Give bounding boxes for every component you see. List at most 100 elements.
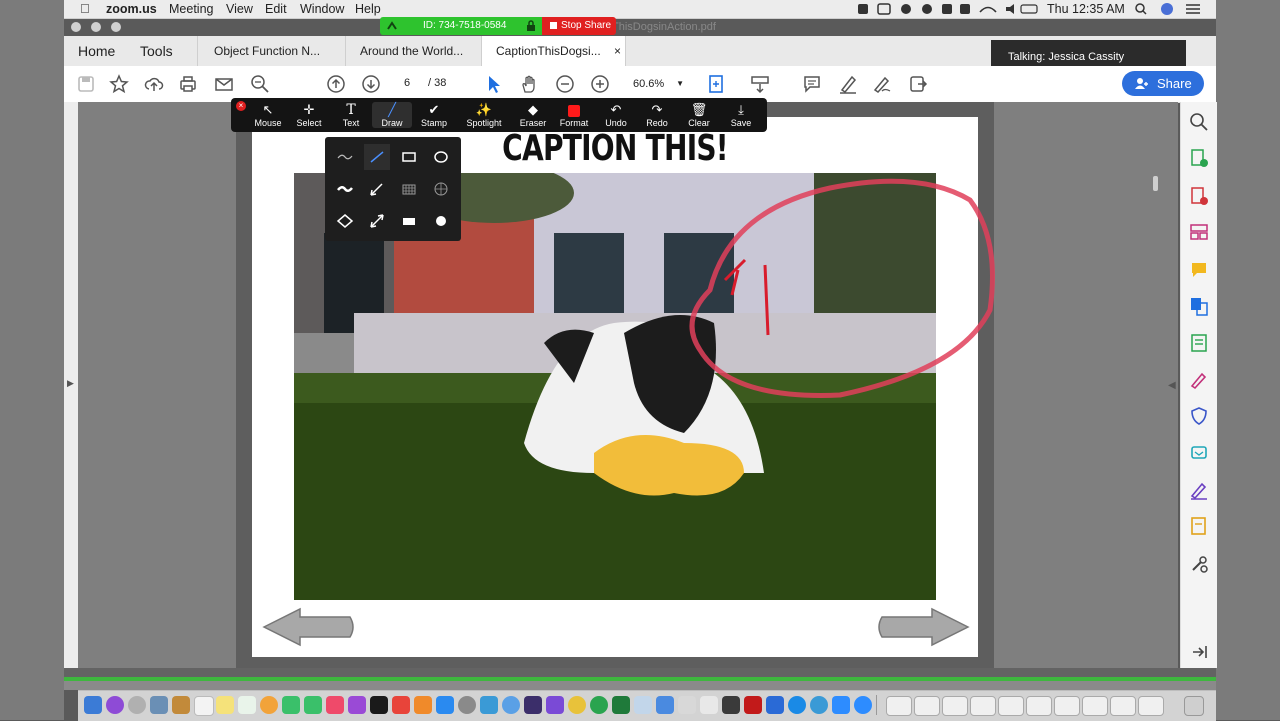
books-icon[interactable] — [414, 696, 432, 714]
expand-left-panel-icon[interactable]: ▶ — [67, 378, 74, 389]
maps-icon[interactable] — [238, 696, 256, 714]
tab-home[interactable]: Home — [64, 36, 126, 66]
comment-tool-icon[interactable] — [1189, 260, 1209, 280]
share-button[interactable]: Share — [1122, 71, 1204, 96]
photos-icon[interactable] — [260, 696, 278, 714]
rectangle-outline-icon[interactable] — [396, 144, 422, 170]
tab-tools[interactable]: Tools — [126, 36, 198, 66]
chrome-icon[interactable] — [568, 696, 586, 714]
minimized-window-7[interactable] — [1054, 696, 1080, 716]
tool-save[interactable]: ⤓ Save — [721, 102, 761, 128]
messages-icon[interactable] — [282, 696, 300, 714]
minimized-window-2[interactable] — [914, 696, 940, 716]
tv-icon[interactable] — [370, 696, 388, 714]
scroll-mode-icon[interactable] — [750, 74, 770, 94]
freehand-thin-icon[interactable] — [332, 144, 358, 170]
tab-doc-caption-this[interactable]: CaptionThisDogsi... × — [482, 36, 626, 66]
page-number-input[interactable]: 6 — [392, 74, 422, 92]
menu-window[interactable]: Window — [300, 2, 344, 16]
grid-fill-icon[interactable] — [396, 176, 422, 202]
zoom-chat-icon[interactable] — [854, 696, 872, 714]
finder-icon[interactable] — [84, 696, 102, 714]
tab-doc-around-world[interactable]: Around the World... — [346, 36, 482, 66]
prev-page-icon[interactable] — [326, 74, 346, 94]
quicktime-icon[interactable] — [788, 696, 806, 714]
vertical-scrollbar-thumb[interactable] — [1153, 176, 1158, 191]
next-page-icon[interactable] — [361, 74, 381, 94]
tool-draw[interactable]: ╱ Draw — [372, 102, 412, 128]
menu-view[interactable]: View — [226, 2, 253, 16]
tool-redo[interactable]: ↷ Redo — [637, 102, 677, 128]
sign-icon[interactable] — [872, 74, 892, 94]
tool-mouse[interactable]: ↖ Mouse — [248, 102, 288, 128]
app2-icon[interactable] — [678, 696, 696, 714]
siri-icon[interactable] — [106, 696, 124, 714]
app5-icon[interactable] — [766, 696, 784, 714]
tool-eraser[interactable]: ◆ Eraser — [513, 102, 553, 128]
ellipse-outline-icon[interactable] — [428, 144, 454, 170]
tool-spotlight[interactable]: ✨ Spotlight — [463, 102, 505, 128]
share-file-icon[interactable] — [908, 74, 928, 94]
prev-slide-arrow[interactable] — [260, 606, 358, 648]
ellipse-filled-icon[interactable] — [428, 208, 454, 234]
protect-shield-icon[interactable] — [1189, 406, 1209, 426]
minimized-window-10[interactable] — [1138, 696, 1164, 716]
zoom-level-select[interactable]: 60.6% ▼ — [626, 74, 688, 94]
zoom-in-icon[interactable] — [590, 74, 610, 94]
menu-edit[interactable]: Edit — [265, 2, 287, 16]
news-icon[interactable] — [392, 696, 410, 714]
menubar-right-icons[interactable] — [1134, 2, 1214, 16]
search-icon[interactable] — [1189, 112, 1209, 132]
print-icon[interactable] — [178, 74, 198, 94]
app4-icon[interactable] — [722, 696, 740, 714]
find-zoom-icon[interactable] — [250, 74, 270, 94]
minimized-window-1[interactable] — [886, 696, 912, 716]
system-preferences-icon[interactable] — [458, 696, 476, 714]
calendar-icon[interactable] — [194, 696, 214, 716]
minimized-window-9[interactable] — [1110, 696, 1136, 716]
save-doc-icon[interactable] — [76, 74, 96, 94]
collapse-right-panel-icon[interactable]: ◀ — [1168, 380, 1176, 391]
request-signature-icon[interactable] — [1189, 480, 1209, 500]
left-nav-rail[interactable]: ▶ — [64, 102, 78, 668]
more-tools-icon[interactable] — [1189, 554, 1209, 574]
minimized-window-6[interactable] — [1026, 696, 1052, 716]
zoom-icon[interactable] — [832, 696, 850, 714]
create-pdf-icon[interactable] — [1189, 148, 1209, 168]
meeting-id-pill[interactable]: ID: 734-7518-0584 — [380, 17, 542, 35]
export-pdf-icon[interactable] — [1189, 186, 1209, 206]
bookmark-star-icon[interactable] — [109, 74, 129, 94]
keynote-icon[interactable] — [480, 696, 498, 714]
highlight-pen-icon[interactable] — [838, 74, 858, 94]
compare-files-icon[interactable] — [1189, 333, 1209, 353]
tool-format[interactable]: Format — [554, 102, 594, 128]
page-fit-icon[interactable] — [707, 74, 727, 94]
fill-sign-icon[interactable] — [1189, 370, 1209, 390]
zoom-out-icon[interactable] — [555, 74, 575, 94]
send-review-icon[interactable] — [1189, 443, 1209, 463]
menu-app-name[interactable]: zoom.us — [106, 2, 157, 16]
launchpad-icon[interactable] — [128, 696, 146, 714]
freehand-thick-icon[interactable] — [332, 176, 358, 202]
globe-fill-icon[interactable] — [428, 176, 454, 202]
minimized-window-5[interactable] — [998, 696, 1024, 716]
screenflow-icon[interactable] — [524, 696, 542, 714]
upload-cloud-icon[interactable] — [144, 74, 164, 94]
line-thin-icon[interactable] — [364, 144, 390, 170]
notes-icon[interactable] — [216, 696, 234, 714]
email-icon[interactable] — [214, 74, 234, 94]
tool-undo[interactable]: ↶ Undo — [596, 102, 636, 128]
music-icon[interactable] — [326, 696, 344, 714]
safari-icon[interactable] — [810, 696, 828, 714]
diamond-outline-icon[interactable] — [332, 208, 358, 234]
tab-doc-object-function[interactable]: Object Function N... — [200, 36, 346, 66]
contacts-icon[interactable] — [172, 696, 190, 714]
apple-icon[interactable]:  — [80, 1, 90, 16]
acrobat-icon[interactable] — [744, 696, 762, 714]
slack-icon[interactable] — [656, 696, 674, 714]
prepare-form-icon[interactable] — [1189, 516, 1209, 536]
combine-files-icon[interactable] — [1189, 296, 1209, 316]
weather-icon[interactable] — [502, 696, 520, 714]
preview-icon[interactable] — [150, 696, 168, 714]
excel-icon[interactable] — [612, 696, 630, 714]
